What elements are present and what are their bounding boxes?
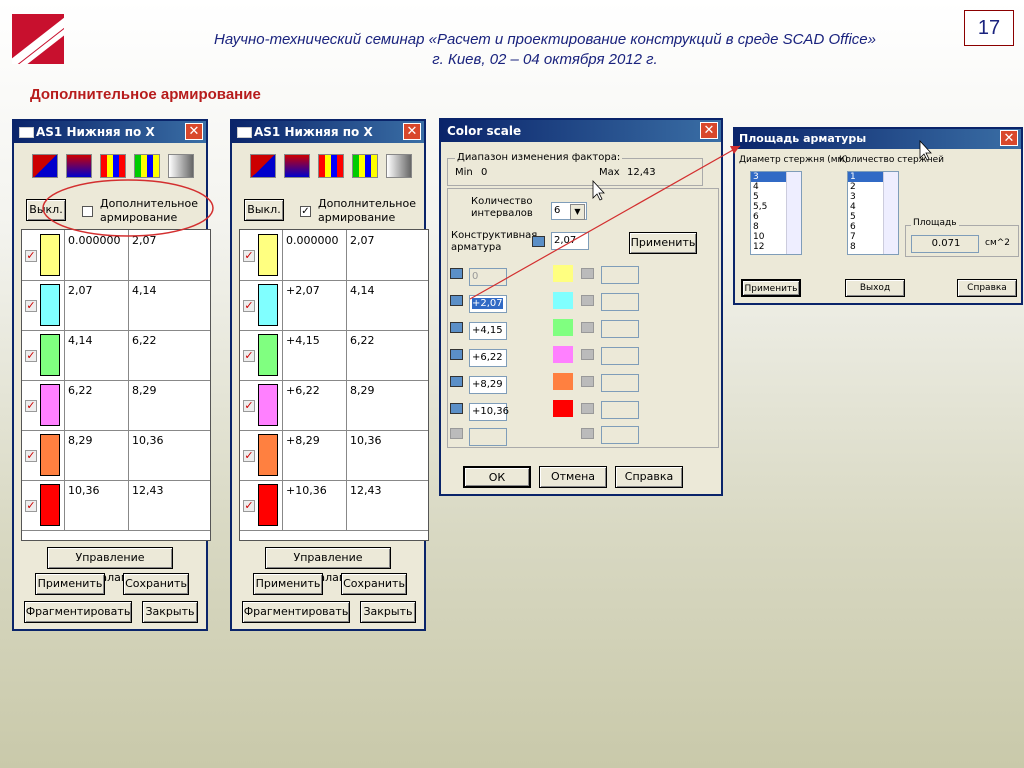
highlight-ellipse [42,179,214,237]
mouse-cursor-icon [919,139,932,161]
annotation-overlay [42,139,932,300]
arrow-head-icon [730,146,740,154]
connector-arrow-line [469,145,741,300]
mouse-cursor-icon [592,179,605,201]
